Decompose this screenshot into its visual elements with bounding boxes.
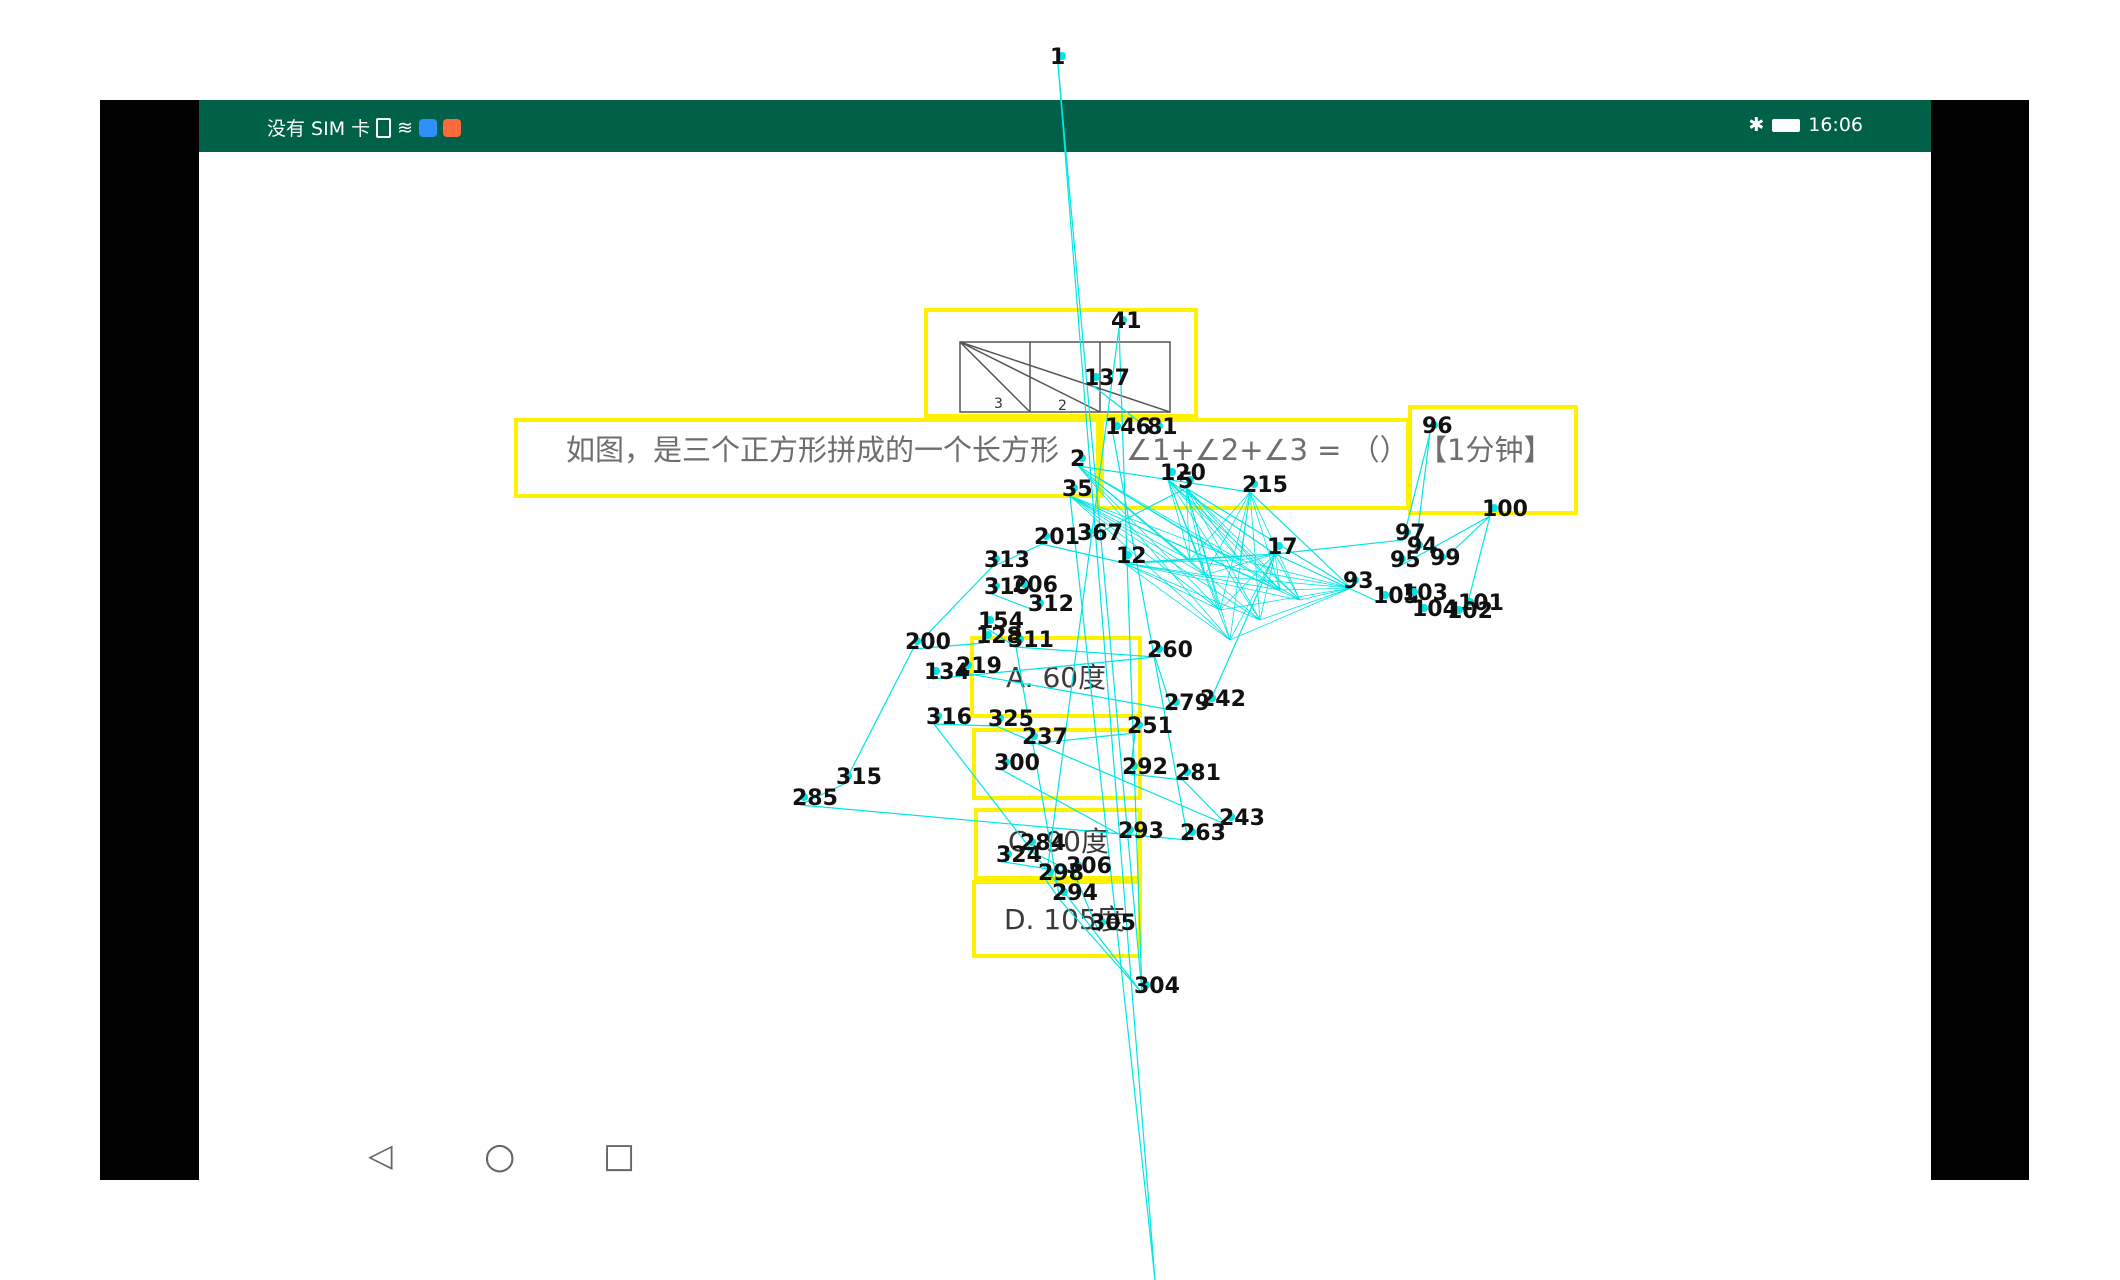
overlay-node-label: 311	[1008, 628, 1054, 653]
overlay-edge	[843, 648, 914, 785]
overlay-edge	[1057, 63, 1156, 1280]
overlay-node-label: 367	[1077, 521, 1123, 546]
overlay-node-label: 1	[1050, 45, 1065, 70]
overlay-node-label: 12	[1116, 544, 1147, 569]
overlay-node-label: 81	[1147, 415, 1178, 440]
overlay-edge	[1069, 495, 1261, 621]
overlay-node-label: 146	[1105, 415, 1151, 440]
debug-overlay: 14113714681 96100979495 9993105103104 10110…	[792, 45, 1528, 1280]
overlay-node-label: 300	[994, 751, 1040, 776]
overlay-node-label: 95	[1390, 548, 1421, 573]
overlay-edge	[1259, 587, 1352, 621]
overlay-node-label: 304	[1134, 974, 1180, 999]
overlay-node-label: 260	[1147, 638, 1193, 663]
overlay-node-label: 99	[1430, 546, 1461, 571]
overlay-node-label: 93	[1343, 569, 1374, 594]
overlay-node-label: 200	[905, 630, 951, 655]
overlay-node-label: 281	[1175, 761, 1221, 786]
overlay-edge	[1207, 553, 1276, 707]
overlay-node-label: 284	[1020, 831, 1066, 856]
overlay-edge	[1001, 769, 1127, 839]
overlay-node-label: 102	[1447, 599, 1493, 624]
overlay-node-label: 201	[1034, 525, 1080, 550]
overlay-node-label: 315	[836, 765, 882, 790]
overlay-node-label: 251	[1127, 714, 1173, 739]
overlay-node-label: 242	[1200, 687, 1246, 712]
overlay-edge	[1229, 553, 1276, 641]
overlay-node-label: 294	[1052, 881, 1098, 906]
overlay-node-label: 120	[1160, 461, 1206, 486]
overlay-node-label: 285	[792, 786, 838, 811]
overlay-node-label: 293	[1118, 819, 1164, 844]
overlay-node-label: 305	[1090, 911, 1136, 936]
overlay-node-label: 237	[1022, 725, 1068, 750]
overlay-edge	[1077, 465, 1231, 641]
overlay-node-label: 137	[1084, 366, 1130, 391]
overlay-node-label: 41	[1111, 309, 1142, 334]
overlay-node-label: 312	[1028, 592, 1074, 617]
overlay-node-label: 219	[956, 654, 1002, 679]
overlay-node-label: 263	[1180, 821, 1226, 846]
overlay-node-label: 215	[1242, 473, 1288, 498]
overlay-node-label: 17	[1267, 535, 1298, 560]
overlay-node-label: 292	[1122, 755, 1168, 780]
overlay-node-label: 316	[926, 705, 972, 730]
overlay-node-label: 100	[1482, 497, 1528, 522]
overlay-node-label: 96	[1422, 414, 1453, 439]
overlay-node-label: 313	[984, 548, 1030, 573]
overlay-node-label: 35	[1062, 477, 1093, 502]
overlay-node-label: 2	[1070, 447, 1085, 472]
